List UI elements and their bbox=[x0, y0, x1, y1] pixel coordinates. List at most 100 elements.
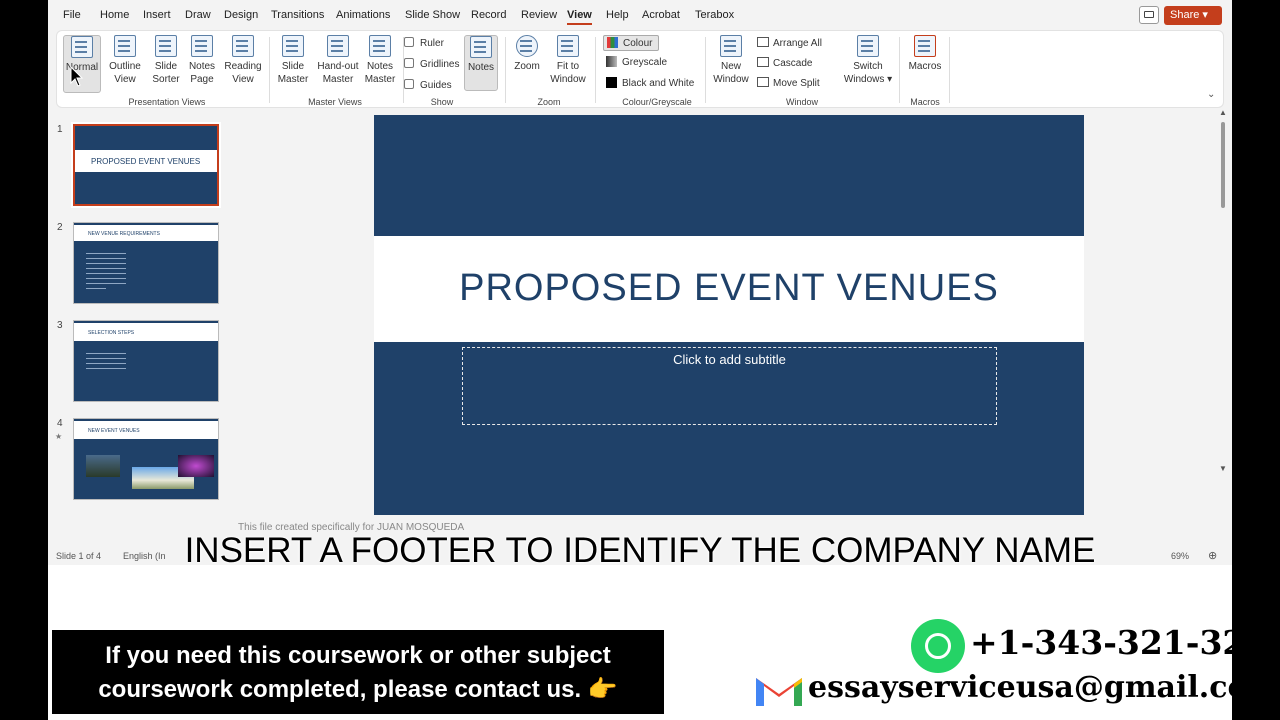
outline-view-button[interactable]: Outline View bbox=[105, 35, 145, 93]
group-label-colour: Colour/Greyscale bbox=[622, 97, 692, 107]
contact-email: essayserviceusa@gmail.com bbox=[808, 670, 1280, 705]
black-and-white-button[interactable]: Black and White bbox=[606, 77, 694, 89]
slide-master-icon bbox=[282, 35, 304, 57]
thumbnail-number: 3 bbox=[57, 320, 63, 331]
comments-button[interactable] bbox=[1139, 6, 1159, 24]
collapse-ribbon-icon[interactable]: ⌄ bbox=[1207, 89, 1215, 100]
slide-thumbnail-3[interactable]: SELECTION STEPS bbox=[73, 320, 219, 402]
outline-view-icon bbox=[114, 35, 136, 57]
slide-canvas[interactable]: PROPOSED EVENT VENUES Click to add subti… bbox=[374, 115, 1084, 515]
ruler-checkbox[interactable]: Ruler bbox=[404, 37, 444, 49]
slide-thumbnail-4[interactable]: NEW EVENT VENUES bbox=[73, 418, 219, 500]
venue-image-1 bbox=[86, 455, 120, 477]
macros-button[interactable]: Macros bbox=[905, 35, 945, 93]
scroll-thumb[interactable] bbox=[1221, 122, 1225, 208]
animation-star-icon: ★ bbox=[55, 432, 63, 441]
handout-master-button[interactable]: Hand-out Master bbox=[313, 35, 363, 93]
menu-view[interactable]: View bbox=[567, 9, 592, 25]
slide-sorter-button[interactable]: Slide Sorter bbox=[147, 35, 185, 93]
thumbnail-number: 1 bbox=[57, 124, 63, 135]
mouse-cursor-icon bbox=[70, 66, 84, 87]
promo-banner: If you need this coursework or other sub… bbox=[52, 630, 664, 714]
promo-line-1: If you need this coursework or other sub… bbox=[105, 642, 611, 669]
new-window-button[interactable]: New Window bbox=[711, 35, 751, 93]
cascade-icon bbox=[757, 57, 769, 67]
notes-button[interactable]: Notes bbox=[464, 35, 498, 91]
fit-to-window-icon bbox=[557, 35, 579, 57]
divider bbox=[705, 37, 706, 103]
guides-checkbox[interactable]: Guides bbox=[404, 79, 452, 91]
reading-view-button[interactable]: Reading View bbox=[221, 35, 265, 93]
greyscale-icon bbox=[606, 56, 617, 67]
switch-windows-icon bbox=[857, 35, 879, 57]
thumbnail-title: SELECTION STEPS bbox=[88, 330, 135, 336]
thumbnail-title: NEW EVENT VENUES bbox=[88, 428, 140, 434]
thumbnail-number: 4 bbox=[57, 418, 63, 429]
thumbnail-title: PROPOSED EVENT VENUES bbox=[91, 157, 201, 166]
divider bbox=[949, 37, 950, 103]
fit-to-window-button[interactable]: Fit to Window bbox=[547, 35, 589, 93]
venue-image-3 bbox=[178, 455, 214, 477]
colour-icon bbox=[607, 37, 618, 48]
menu-record[interactable]: Record bbox=[471, 9, 506, 21]
notes-icon bbox=[470, 36, 492, 58]
menu-design[interactable]: Design bbox=[224, 9, 258, 21]
macros-icon bbox=[914, 35, 936, 57]
menu-help[interactable]: Help bbox=[606, 9, 629, 21]
slide-master-button[interactable]: Slide Master bbox=[273, 35, 313, 93]
divider bbox=[899, 37, 900, 103]
menu-bar: File Home Insert Draw Design Transitions… bbox=[48, 0, 1232, 30]
colour-button[interactable]: Colour bbox=[603, 35, 660, 51]
gridlines-checkbox[interactable]: Gridlines bbox=[404, 58, 459, 70]
menu-file[interactable]: File bbox=[63, 9, 81, 21]
reading-view-icon bbox=[232, 35, 254, 57]
slide-sorter-icon bbox=[155, 35, 177, 57]
normal-view-icon bbox=[71, 36, 93, 58]
zoom-magnifier-icon bbox=[516, 35, 538, 57]
greyscale-button[interactable]: Greyscale bbox=[606, 56, 667, 68]
menu-animations[interactable]: Animations bbox=[336, 9, 390, 21]
share-button[interactable]: Share ▾ bbox=[1164, 6, 1222, 25]
zoom-button[interactable]: Zoom bbox=[509, 35, 545, 93]
promo-line-2: coursework completed, please contact us.… bbox=[98, 676, 618, 703]
slide-thumbnail-2[interactable]: NEW VENUE REQUIREMENTS bbox=[73, 222, 219, 304]
divider bbox=[595, 37, 596, 103]
arrange-all-icon bbox=[757, 37, 769, 47]
move-split-icon bbox=[757, 77, 769, 87]
switch-windows-button[interactable]: Switch Windows ▾ bbox=[843, 35, 893, 93]
menu-draw[interactable]: Draw bbox=[185, 9, 211, 21]
move-split-button[interactable]: Move Split bbox=[757, 77, 820, 89]
slide-title[interactable]: PROPOSED EVENT VENUES bbox=[374, 267, 1084, 310]
whatsapp-icon bbox=[911, 619, 965, 673]
notes-master-icon bbox=[369, 35, 391, 57]
black-white-icon bbox=[606, 77, 617, 88]
menu-terabox[interactable]: Terabox bbox=[695, 9, 734, 21]
powerpoint-window: File Home Insert Draw Design Transitions… bbox=[48, 0, 1232, 565]
group-label-show: Show bbox=[430, 97, 454, 107]
thumbnail-number: 2 bbox=[57, 222, 63, 233]
group-label-window: Window bbox=[785, 97, 818, 107]
subtitle-placeholder[interactable]: Click to add subtitle bbox=[462, 347, 997, 425]
notes-master-button[interactable]: Notes Master bbox=[361, 35, 399, 93]
divider bbox=[269, 37, 270, 103]
menu-home[interactable]: Home bbox=[100, 9, 129, 21]
divider bbox=[505, 37, 506, 103]
ribbon-view: Normal Outline View Slide Sorter Notes Page… bbox=[56, 30, 1224, 108]
menu-insert[interactable]: Insert bbox=[143, 9, 171, 21]
comment-icon bbox=[1144, 11, 1154, 18]
menu-acrobat[interactable]: Acrobat bbox=[642, 9, 680, 21]
scroll-up-icon[interactable]: ▲ bbox=[1219, 108, 1227, 117]
contact-phone: +1-343-321-3276 bbox=[970, 623, 1280, 662]
slide-thumbnail-1[interactable]: PROPOSED EVENT VENUES bbox=[71, 122, 221, 208]
notes-page-button[interactable]: Notes Page bbox=[183, 35, 221, 93]
subtitle-placeholder-text: Click to add subtitle bbox=[673, 352, 786, 367]
cascade-button[interactable]: Cascade bbox=[757, 57, 812, 69]
scroll-down-icon[interactable]: ▼ bbox=[1219, 464, 1227, 473]
vertical-scrollbar[interactable]: ▲ ▼ bbox=[1218, 108, 1228, 542]
notes-page-icon bbox=[191, 35, 213, 57]
arrange-all-button[interactable]: Arrange All bbox=[757, 37, 822, 49]
group-label-master-views: Master Views bbox=[308, 97, 362, 107]
menu-review[interactable]: Review bbox=[521, 9, 557, 21]
menu-slide-show[interactable]: Slide Show bbox=[405, 9, 460, 21]
menu-transitions[interactable]: Transitions bbox=[271, 9, 324, 21]
